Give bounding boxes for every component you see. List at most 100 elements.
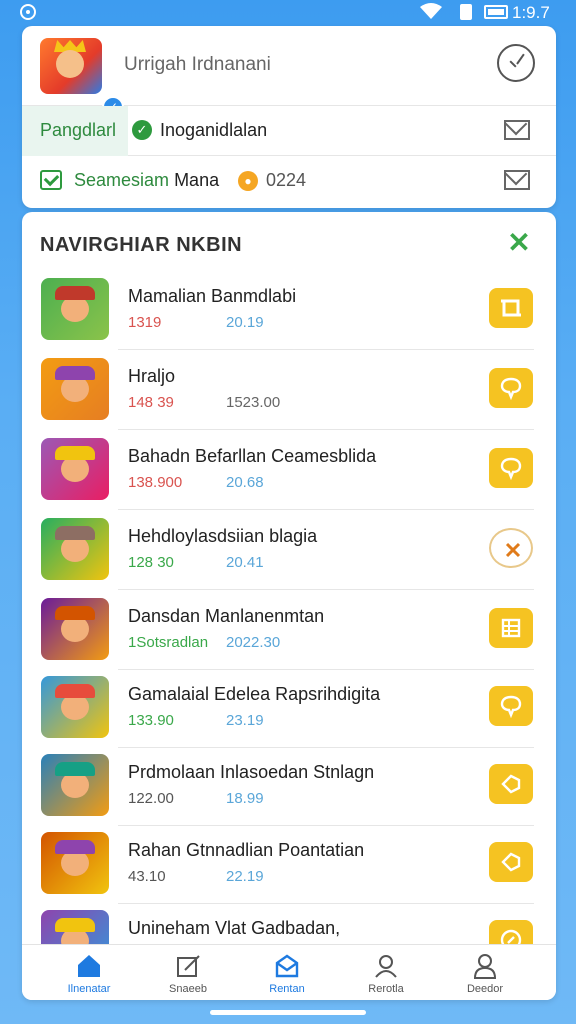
- avatar[interactable]: [40, 38, 102, 94]
- character-hat: [55, 446, 95, 460]
- battery-icon: [460, 4, 472, 20]
- game-label: Seamesiam Mana: [74, 170, 219, 191]
- game-row[interactable]: Hraljo 148 39 1523.00: [22, 350, 556, 430]
- character-hat: [55, 762, 95, 776]
- character-hat: [55, 286, 95, 300]
- nav-label: Snaeeb: [169, 983, 207, 995]
- coin-icon: ●: [238, 171, 258, 191]
- game-stat-secondary: 20.68: [226, 474, 264, 491]
- game-row[interactable]: Bahadn Befarllan Ceamesblida 138.900 20.68: [22, 430, 556, 510]
- shuffle-icon: [505, 542, 521, 558]
- coin-value: 0224: [266, 170, 307, 190]
- nav-item-mail[interactable]: Rentan: [247, 951, 327, 997]
- game-stat-secondary: 1523.00: [226, 394, 281, 411]
- game-stat-secondary: 2022.30: [226, 634, 281, 651]
- game-row[interactable]: Mamalian Banmdlabi 1319 20.19: [22, 270, 556, 350]
- nav-item-edit[interactable]: Snaeeb: [148, 951, 228, 997]
- game-action-button[interactable]: [489, 528, 533, 568]
- nav-item-user-swap[interactable]: Rerotla: [346, 951, 426, 997]
- list-icon: [501, 618, 521, 638]
- checkbox-icon[interactable]: [40, 170, 62, 190]
- game-action-button[interactable]: [489, 686, 533, 726]
- game-label-dark: Mana: [174, 170, 220, 190]
- game-stat-secondary: 23.19: [226, 712, 264, 729]
- status-bar: 1:9.7: [0, 0, 576, 24]
- game-stat-secondary: 18.99: [226, 790, 264, 807]
- game-thumbnail[interactable]: [41, 598, 109, 660]
- game-stat-primary: 43.10: [128, 868, 166, 885]
- game-thumbnail[interactable]: [41, 278, 109, 340]
- game-action-button[interactable]: [489, 288, 533, 328]
- game-row[interactable]: Dansdan Manlanenmtan 1Sotsradlan 2022.30: [22, 590, 556, 670]
- game-stat-secondary: 22.19: [226, 868, 264, 885]
- character-hat: [55, 918, 95, 932]
- game-title[interactable]: Dansdan Manlanenmtan: [128, 606, 324, 627]
- nav-item-profile[interactable]: Deedor: [445, 951, 525, 997]
- game-row[interactable]: Hehdloylasdsiian blagia 128 30 20.41: [22, 510, 556, 590]
- game-title[interactable]: Gamalaial Edelea Rapsrihdigita: [128, 684, 380, 705]
- game-stat-secondary: 20.41: [226, 554, 264, 571]
- profile-icon: [473, 954, 497, 979]
- game-action-button[interactable]: [489, 368, 533, 408]
- tab-value: Inoganidlalan: [160, 120, 268, 140]
- home-icon: [78, 955, 100, 977]
- profile-row[interactable]: ✓ Urrigah Irdnanani: [22, 26, 556, 118]
- close-icon[interactable]: ✕: [506, 229, 532, 257]
- game-thumbnail[interactable]: [41, 754, 109, 816]
- game-row[interactable]: Gamalaial Edelea Rapsrihdigita 133.90 23.1…: [22, 668, 556, 748]
- game-title[interactable]: Bahadn Befarllan Ceamesblida: [128, 446, 376, 467]
- game-action-button[interactable]: [489, 608, 533, 648]
- game-row[interactable]: Rahan Gtnnadlian Poantatian 43.10 22.19: [22, 824, 556, 904]
- game-thumbnail[interactable]: [41, 832, 109, 894]
- nav-item-home[interactable]: Ilnenatar: [49, 951, 129, 997]
- game-thumbnail[interactable]: [41, 676, 109, 738]
- game-action-button[interactable]: [489, 842, 533, 882]
- status-time: 1:9.7: [512, 3, 550, 22]
- game-stat-primary: 1319: [128, 314, 162, 331]
- game-stat-primary: 122.00: [128, 790, 174, 807]
- chat-icon: [500, 377, 522, 400]
- nav-label: Rerotla: [368, 983, 404, 995]
- game-stat-primary: 128 30: [128, 554, 174, 571]
- mail-icon[interactable]: [504, 120, 530, 140]
- chat-icon: [500, 457, 522, 480]
- crop-icon: [501, 299, 521, 317]
- game-title[interactable]: Hehdloylasdsiian blagia: [128, 526, 317, 547]
- mail-icon[interactable]: [504, 170, 530, 190]
- info-row-game: Seamesiam Mana ● 0224: [22, 156, 556, 206]
- tag-icon: [501, 774, 521, 794]
- avatar-face: [56, 50, 84, 78]
- tab-label[interactable]: Pangdlarl: [40, 120, 116, 141]
- chat-icon: [500, 695, 522, 718]
- bottom-nav: Ilnenatar Snaeeb Rentan Rerotla Deedor: [22, 944, 556, 1000]
- game-title[interactable]: Hraljo: [128, 366, 175, 387]
- edit-icon: [177, 955, 200, 977]
- game-action-button[interactable]: [489, 764, 533, 804]
- nav-label: Rentan: [269, 983, 305, 995]
- game-thumbnail[interactable]: [41, 518, 109, 580]
- game-title[interactable]: Unineham Vlat Gadbadan,: [128, 918, 340, 939]
- game-row[interactable]: Prdmolaan Inlasoedan Stnlagn 122.00 18.99: [22, 746, 556, 826]
- game-thumbnail[interactable]: [41, 438, 109, 500]
- game-title[interactable]: Prdmolaan Inlasoedan Stnlagn: [128, 762, 374, 783]
- tag-icon: [501, 852, 521, 872]
- game-title[interactable]: Rahan Gtnnadlian Poantatian: [128, 840, 364, 861]
- game-label-green: Seamesiam: [74, 170, 170, 190]
- game-stat-primary: 138.900: [128, 474, 183, 491]
- character-hat: [55, 526, 95, 540]
- nav-label: Ilnenatar: [67, 983, 111, 995]
- clock-button[interactable]: [497, 44, 535, 82]
- game-thumbnail[interactable]: [41, 358, 109, 420]
- game-stat-primary: 133.90: [128, 712, 174, 729]
- home-indicator[interactable]: [210, 1010, 366, 1015]
- section-title: NAVIRGHIAR NKBIN: [40, 234, 243, 256]
- game-stat-primary: 1Sotsradlan: [128, 634, 209, 651]
- character-hat: [55, 684, 95, 698]
- game-action-button[interactable]: [489, 448, 533, 488]
- game-title[interactable]: Mamalian Banmdlabi: [128, 286, 296, 307]
- character-hat: [55, 606, 95, 620]
- profile-name: Urrigah Irdnanani: [124, 54, 271, 75]
- info-row-status: Pangdlarl ✓ Inoganidlalan: [22, 106, 556, 156]
- game-list-card: NAVIRGHIAR NKBIN ✕ Mamalian Banmdlabi 131…: [22, 212, 556, 1000]
- character-hat: [55, 840, 95, 854]
